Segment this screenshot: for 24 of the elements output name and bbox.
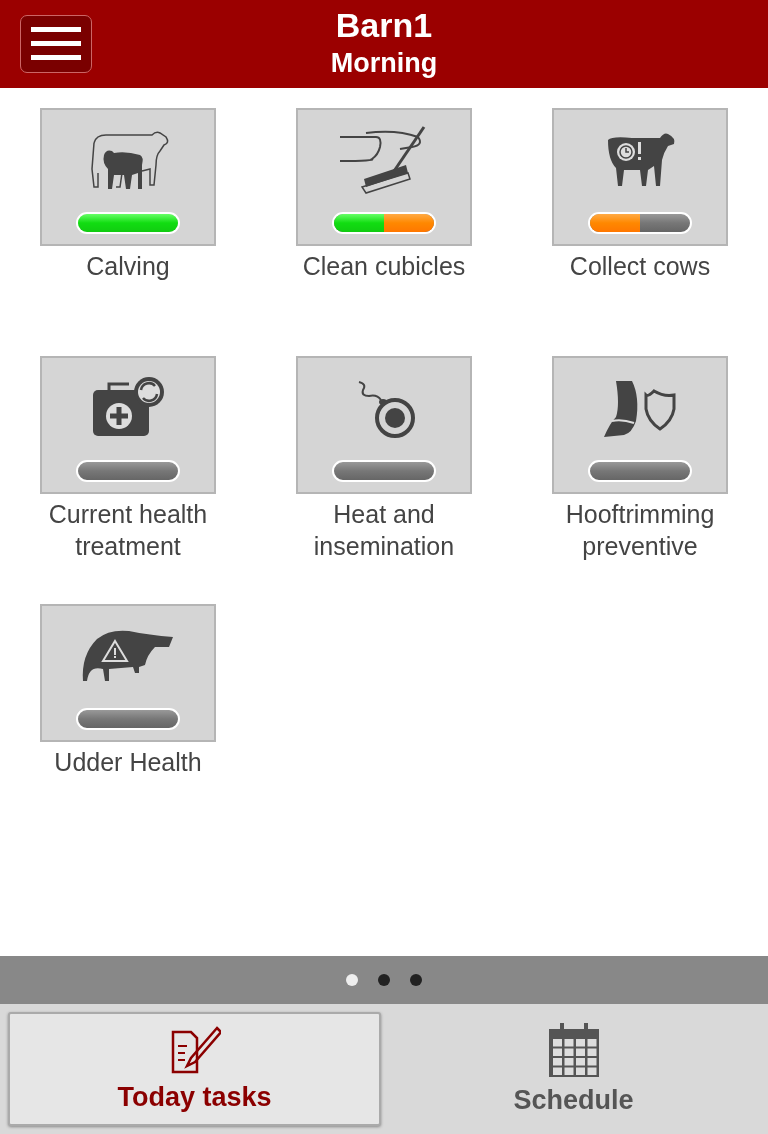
task-tile[interactable] xyxy=(296,108,472,246)
nav-tab[interactable]: Today tasks xyxy=(8,1012,381,1126)
page-dot[interactable] xyxy=(346,974,358,986)
task-label: Collect cows xyxy=(568,251,712,282)
task-tile[interactable] xyxy=(40,604,216,742)
nav-tab[interactable]: Schedule xyxy=(387,1012,760,1126)
task-tile[interactable] xyxy=(552,356,728,494)
task-label: Current health treatment xyxy=(47,499,209,562)
calendar-icon xyxy=(548,1022,599,1077)
page-dot[interactable] xyxy=(378,974,390,986)
task-label: Calving xyxy=(85,251,171,282)
task-tile[interactable] xyxy=(40,108,216,246)
barn-title: Barn1 xyxy=(335,6,433,44)
task-label: Clean cubicles xyxy=(301,251,467,282)
page-dot[interactable] xyxy=(410,974,422,986)
task-label: Udder Health xyxy=(53,747,203,778)
menu-icon xyxy=(31,27,81,61)
menu-button[interactable] xyxy=(20,15,92,73)
shift-subtitle: Morning xyxy=(330,47,438,80)
task-tile[interactable] xyxy=(40,356,216,494)
task-tile[interactable] xyxy=(296,356,472,494)
task-label: Hooftrimming preventive xyxy=(564,499,716,562)
task-tile[interactable] xyxy=(552,108,728,246)
task-label: Heat and insemination xyxy=(312,499,456,562)
